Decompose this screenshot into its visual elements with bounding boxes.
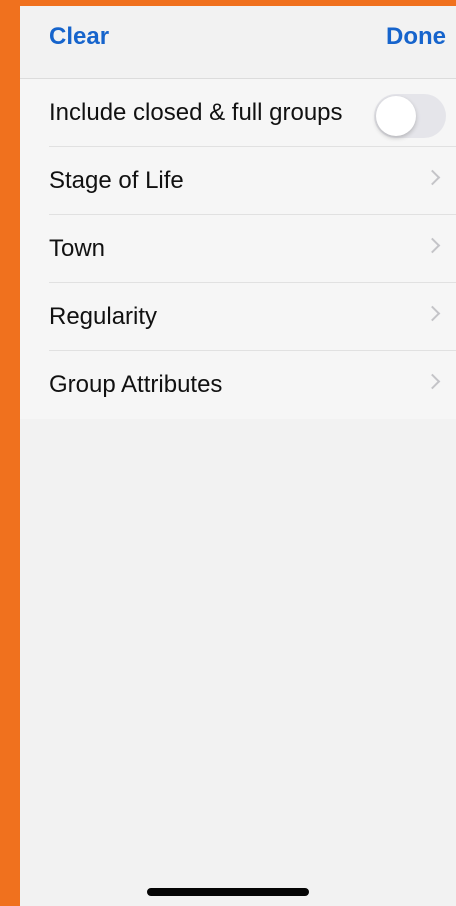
filter-row-town[interactable]: Town — [20, 215, 456, 283]
filter-list: Include closed & full groups Stage of Li… — [20, 79, 456, 419]
nav-bar: Clear Done — [20, 6, 456, 79]
filter-sheet: Clear Done Include closed & full groups … — [20, 6, 456, 906]
filter-row-stage-of-life[interactable]: Stage of Life — [20, 147, 456, 215]
chevron-right-icon — [424, 373, 441, 390]
include-closed-full-toggle[interactable] — [374, 94, 446, 138]
filter-row-group-attributes[interactable]: Group Attributes — [20, 351, 456, 419]
toggle-knob — [376, 96, 416, 136]
home-indicator — [147, 888, 309, 896]
chevron-right-icon — [424, 169, 441, 186]
filter-row-label: Group Attributes — [49, 371, 223, 398]
clear-button[interactable]: Clear — [49, 22, 109, 52]
chevron-right-icon — [424, 305, 441, 322]
filter-row-label: Stage of Life — [49, 167, 184, 194]
filter-row-label: Regularity — [49, 303, 158, 330]
include-closed-full-row[interactable]: Include closed & full groups — [20, 79, 456, 147]
filter-row-regularity[interactable]: Regularity — [20, 283, 456, 351]
chevron-right-icon — [424, 237, 441, 254]
filter-row-label: Town — [49, 235, 106, 262]
include-closed-full-label: Include closed & full groups — [49, 99, 343, 126]
done-button[interactable]: Done — [386, 22, 446, 52]
